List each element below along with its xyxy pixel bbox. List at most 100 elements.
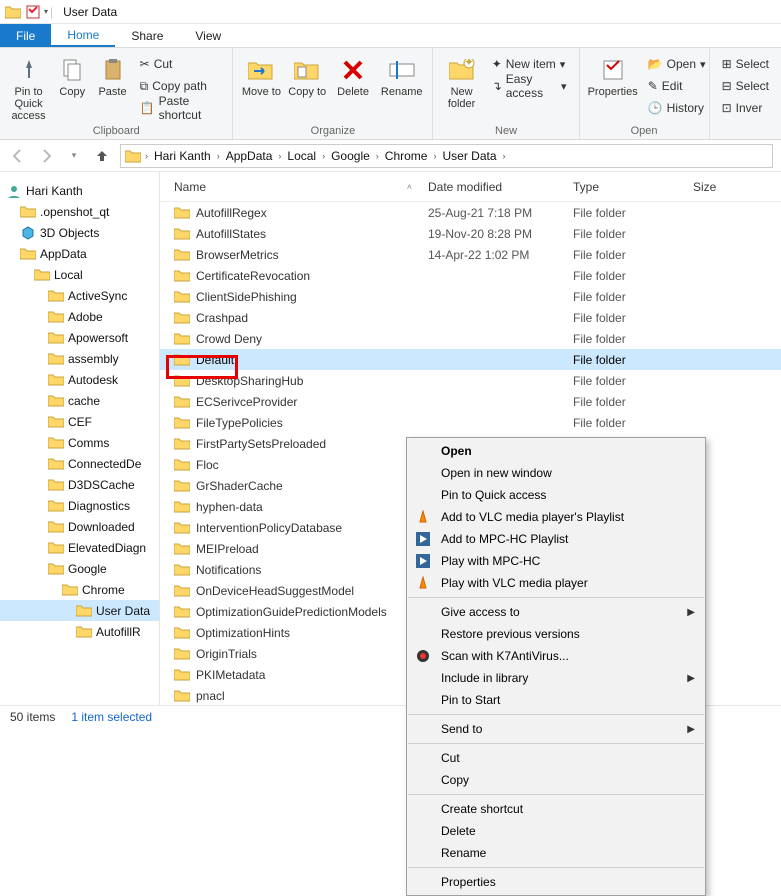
properties-button[interactable]: Properties <box>588 52 638 98</box>
table-row[interactable]: CrashpadFile folder <box>160 307 781 328</box>
recent-dropdown[interactable]: ▾ <box>64 146 84 166</box>
tree-node[interactable]: Apowersoft <box>0 327 159 348</box>
menu-item[interactable]: Rename <box>407 842 705 864</box>
rename-button[interactable]: Rename <box>379 52 425 98</box>
delete-button[interactable]: Delete <box>333 52 373 98</box>
properties-qat-icon[interactable] <box>24 3 42 21</box>
copy-button[interactable]: Copy <box>55 52 89 98</box>
tree-node[interactable]: .openshot_qt <box>0 201 159 222</box>
tree-node[interactable]: Local <box>0 264 159 285</box>
tree-node[interactable]: Comms <box>0 432 159 453</box>
select-none-button[interactable]: ⊟Select <box>718 76 773 96</box>
edit-button[interactable]: ✎Edit <box>644 76 710 96</box>
nav-tree[interactable]: Hari Kanth.openshot_qt3D ObjectsAppDataL… <box>0 172 160 705</box>
menu-item[interactable]: Give access to▶ <box>407 601 705 623</box>
menu-item[interactable]: Delete <box>407 820 705 842</box>
tree-node[interactable]: Diagnostics <box>0 495 159 516</box>
col-date[interactable]: Date modified <box>420 180 565 194</box>
paste-button[interactable]: Paste <box>95 52 129 98</box>
table-row[interactable]: AutofillRegex25-Aug-21 7:18 PMFile folde… <box>160 202 781 223</box>
menu-item[interactable]: Properties <box>407 871 705 893</box>
menu-item[interactable]: Play with VLC media player <box>407 572 705 594</box>
pin-quick-access-button[interactable]: Pin to Quick access <box>8 52 49 122</box>
tree-node[interactable]: Hari Kanth <box>0 180 159 201</box>
table-row[interactable]: DesktopSharingHubFile folder <box>160 370 781 391</box>
select-all-button[interactable]: ⊞Select <box>718 54 773 74</box>
breadcrumb[interactable]: Hari Kanth <box>150 149 215 163</box>
tree-node[interactable]: D3DSCache <box>0 474 159 495</box>
menu-item[interactable]: Add to MPC-HC Playlist <box>407 528 705 550</box>
menu-item[interactable]: Send to▶ <box>407 718 705 740</box>
mpc-icon <box>415 531 431 547</box>
history-button[interactable]: 🕒History <box>644 98 710 118</box>
tree-node[interactable]: 3D Objects <box>0 222 159 243</box>
breadcrumb[interactable]: AppData <box>222 149 277 163</box>
col-type[interactable]: Type <box>565 180 685 194</box>
tree-node[interactable]: Chrome <box>0 579 159 600</box>
menu-item[interactable]: Add to VLC media player's Playlist <box>407 506 705 528</box>
tree-node[interactable]: cache <box>0 390 159 411</box>
quick-access-toolbar: ▾ | <box>4 3 53 21</box>
tab-share[interactable]: Share <box>115 24 179 47</box>
tree-node[interactable]: AppData <box>0 243 159 264</box>
back-button[interactable] <box>8 146 28 166</box>
address-bar[interactable]: › Hari Kanth› AppData› Local› Google› Ch… <box>120 144 773 168</box>
column-headers[interactable]: Name˄ Date modified Type Size <box>160 172 781 202</box>
menu-item[interactable]: Include in library▶ <box>407 667 705 689</box>
breadcrumb[interactable]: Local <box>283 149 320 163</box>
tab-view[interactable]: View <box>179 24 237 47</box>
copy-path-button[interactable]: ⧉Copy path <box>136 76 225 96</box>
table-row[interactable]: BrowserMetrics14-Apr-22 1:02 PMFile fold… <box>160 244 781 265</box>
new-folder-button[interactable]: ✦ New folder <box>441 52 481 110</box>
up-button[interactable] <box>92 146 112 166</box>
tree-node[interactable]: User Data <box>0 600 159 621</box>
table-row[interactable]: Crowd DenyFile folder <box>160 328 781 349</box>
menu-item[interactable]: Cut <box>407 747 705 769</box>
menu-item[interactable]: Scan with K7AntiVirus... <box>407 645 705 667</box>
chevron-right-icon: ▶ <box>687 607 695 618</box>
open-button[interactable]: 📂Open ▾ <box>644 54 710 74</box>
menu-item[interactable]: Open in new window <box>407 462 705 484</box>
breadcrumb[interactable]: Google <box>327 149 374 163</box>
breadcrumb[interactable]: User Data <box>438 149 500 163</box>
table-row[interactable]: ECSerivceProviderFile folder <box>160 391 781 412</box>
easy-access-button[interactable]: ↴Easy access ▾ <box>488 76 571 96</box>
tree-node[interactable]: ElevatedDiagn <box>0 537 159 558</box>
status-selected: 1 item selected <box>71 710 152 724</box>
menu-item[interactable]: Copy <box>407 769 705 791</box>
col-name[interactable]: Name˄ <box>160 180 420 194</box>
tree-node[interactable]: Downloaded <box>0 516 159 537</box>
menu-item[interactable]: Play with MPC-HC <box>407 550 705 572</box>
qat-dropdown-icon[interactable]: ▾ <box>44 7 48 16</box>
tab-file[interactable]: File <box>0 24 51 47</box>
paste-shortcut-button[interactable]: 📋Paste shortcut <box>136 98 225 118</box>
tree-node[interactable]: CEF <box>0 411 159 432</box>
forward-button[interactable] <box>36 146 56 166</box>
col-size[interactable]: Size <box>685 180 745 194</box>
menu-item[interactable]: Create shortcut <box>407 798 705 820</box>
invert-selection-button[interactable]: ⊡Inver <box>718 98 773 118</box>
table-row[interactable]: FileTypePoliciesFile folder <box>160 412 781 433</box>
menu-item[interactable]: Restore previous versions <box>407 623 705 645</box>
tab-home[interactable]: Home <box>51 24 115 47</box>
tree-node[interactable]: assembly <box>0 348 159 369</box>
move-to-button[interactable]: Move to <box>241 52 281 98</box>
tree-node[interactable]: Google <box>0 558 159 579</box>
menu-item[interactable]: Pin to Start <box>407 689 705 711</box>
tree-node[interactable]: Autodesk <box>0 369 159 390</box>
breadcrumb[interactable]: Chrome <box>381 149 432 163</box>
tree-node[interactable]: AutofillR <box>0 621 159 642</box>
table-row[interactable]: ClientSidePhishingFile folder <box>160 286 781 307</box>
title-bar: ▾ | User Data <box>0 0 781 24</box>
new-item-button[interactable]: ✦New item ▾ <box>488 54 571 74</box>
menu-item[interactable]: Open <box>407 440 705 462</box>
menu-item[interactable]: Pin to Quick access <box>407 484 705 506</box>
tree-node[interactable]: Adobe <box>0 306 159 327</box>
tree-node[interactable]: ConnectedDe <box>0 453 159 474</box>
table-row[interactable]: AutofillStates19-Nov-20 8:28 PMFile fold… <box>160 223 781 244</box>
tree-node[interactable]: ActiveSync <box>0 285 159 306</box>
table-row[interactable]: DefaultFile folder <box>160 349 781 370</box>
copy-to-button[interactable]: Copy to <box>287 52 327 98</box>
table-row[interactable]: CertificateRevocationFile folder <box>160 265 781 286</box>
cut-button[interactable]: ✂Cut <box>136 54 225 74</box>
